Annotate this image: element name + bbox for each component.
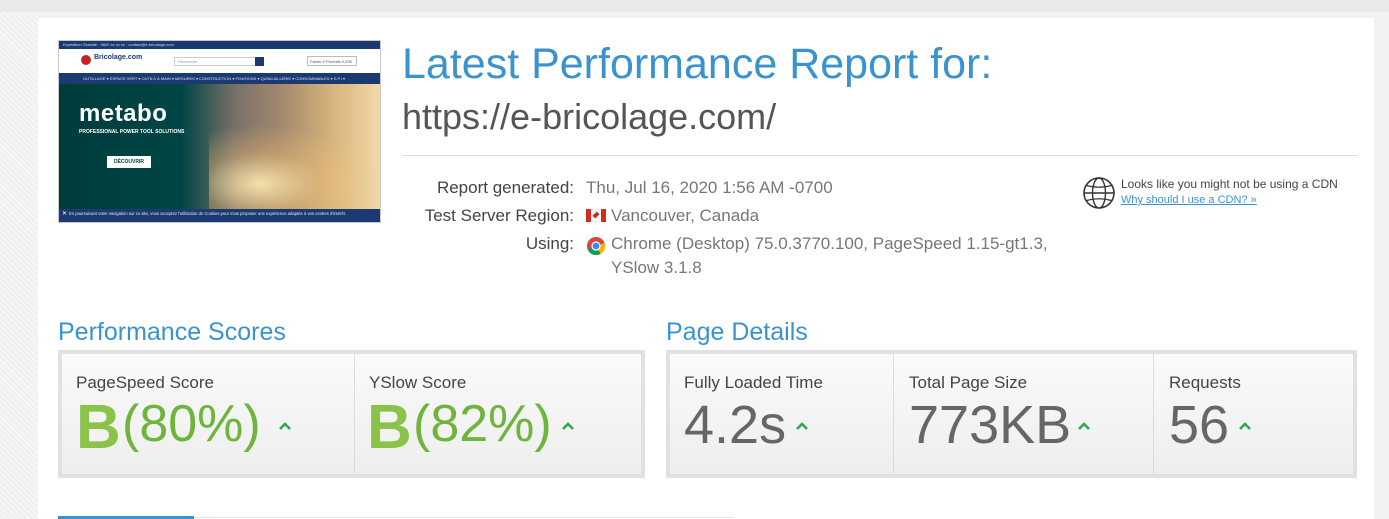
thumb-search-icon bbox=[255, 57, 264, 66]
performance-scores-title: Performance Scores bbox=[58, 318, 286, 346]
pagespeed-score-cell: PageSpeed Score B (80%) bbox=[62, 354, 354, 474]
divider bbox=[402, 155, 1358, 156]
tested-url: https://e-bricolage.com/ bbox=[402, 96, 777, 137]
page-details-box: Fully Loaded Time 4.2s Total Page Size 7… bbox=[666, 350, 1357, 478]
fully-loaded-cell: Fully Loaded Time 4.2s bbox=[670, 354, 893, 474]
report-generated-value: Thu, Jul 16, 2020 1:56 AM -0700 bbox=[586, 178, 833, 197]
globe-icon bbox=[1083, 177, 1115, 209]
requests-value: 56 bbox=[1169, 395, 1230, 455]
region-value: Vancouver, Canada bbox=[611, 206, 760, 225]
thumb-banner: metabo PROFESSIONAL POWER TOOL SOLUTIONS… bbox=[59, 84, 380, 209]
page-title: Latest Performance Report for: bbox=[402, 40, 993, 88]
report-generated-label: Report generated: bbox=[436, 178, 574, 197]
left-strip bbox=[0, 12, 38, 519]
caret-up-icon bbox=[562, 422, 574, 430]
thumb-search-input: Recherche bbox=[174, 57, 264, 66]
total-page-size-cell: Total Page Size 773KB bbox=[894, 354, 1153, 474]
thumb-cart: Panier 0 Produits 0,00€ bbox=[307, 56, 357, 66]
total-page-size-value: 773KB bbox=[909, 395, 1072, 455]
thumb-top-bar: Expédition Gratuite · 0800 xx xx xx · co… bbox=[59, 41, 380, 49]
fully-loaded-value: 4.2s bbox=[684, 395, 787, 455]
caret-up-icon bbox=[1239, 422, 1251, 430]
site-screenshot-thumbnail[interactable]: Expédition Gratuite · 0800 xx xx xx · co… bbox=[58, 40, 381, 223]
thumb-brand: metabo bbox=[79, 100, 168, 127]
thumb-logo: Bricolage.com bbox=[81, 53, 142, 67]
canada-flag-icon bbox=[586, 209, 606, 222]
requests-cell: Requests 56 bbox=[1154, 354, 1353, 474]
thumb-cookie-close-icon: ✕ bbox=[62, 211, 68, 217]
cdn-info-link[interactable]: Why should I use a CDN? » bbox=[1121, 194, 1257, 206]
region-label: Test Server Region: bbox=[424, 206, 574, 225]
pagespeed-grade: B bbox=[76, 393, 121, 462]
page-details-title: Page Details bbox=[666, 318, 808, 346]
caret-up-icon bbox=[796, 422, 808, 430]
yslow-label: YSlow Score bbox=[369, 373, 467, 392]
pagespeed-percent: (80%) bbox=[122, 395, 261, 453]
tabs-baseline bbox=[194, 517, 734, 518]
performance-scores-box: PageSpeed Score B (80%) YSlow Score B (8… bbox=[58, 350, 645, 478]
thumb-cookie-bar: ✕ En poursuivant votre navigation sur ce… bbox=[59, 209, 380, 222]
requests-label: Requests bbox=[1169, 373, 1241, 392]
chrome-icon bbox=[587, 237, 606, 256]
fully-loaded-label: Fully Loaded Time bbox=[684, 373, 823, 392]
thumb-tagline: PROFESSIONAL POWER TOOL SOLUTIONS bbox=[79, 129, 185, 135]
yslow-percent: (82%) bbox=[413, 395, 552, 453]
using-value-line2: YSlow 3.1.8 bbox=[611, 258, 702, 277]
total-page-size-label: Total Page Size bbox=[909, 373, 1028, 392]
using-label: Using: bbox=[525, 234, 574, 253]
caret-up-icon bbox=[1078, 422, 1090, 430]
thumb-cta-button: DÉCOUVRIR bbox=[107, 156, 151, 168]
cdn-notice: Looks like you might not be using a CDN bbox=[1121, 177, 1338, 191]
caret-up-icon bbox=[279, 422, 291, 430]
logo-mark-icon bbox=[81, 55, 91, 65]
yslow-score-cell: YSlow Score B (82%) bbox=[355, 354, 641, 474]
pagespeed-label: PageSpeed Score bbox=[76, 373, 214, 392]
thumb-cookie-text: En poursuivant votre navigation sur ce s… bbox=[69, 211, 346, 216]
thumb-logo-text: Bricolage.com bbox=[94, 54, 143, 61]
top-strip bbox=[0, 0, 1389, 12]
thumb-banner-photo bbox=[209, 124, 379, 209]
yslow-grade: B bbox=[367, 393, 412, 462]
thumb-nav-bar: OUTILLAGE ▾ ESPACE VERT ▾ OUTILS À MAIN … bbox=[59, 73, 380, 84]
using-value-line1: Chrome (Desktop) 75.0.3770.100, PageSpee… bbox=[611, 234, 1048, 253]
